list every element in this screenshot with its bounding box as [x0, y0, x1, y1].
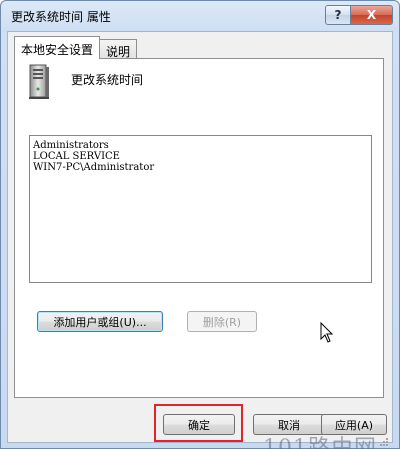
- dialog-client: 本地安全设置 说明 更改系统时间 Administrators LOCAL SE…: [7, 31, 393, 449]
- computer-tower-icon: [29, 64, 49, 99]
- window-title: 更改系统时间 属性: [11, 10, 111, 24]
- add-user-or-group-button[interactable]: 添加用户或组(U)...: [37, 311, 163, 332]
- mouse-cursor-icon: [320, 322, 334, 343]
- cancel-button[interactable]: 取消: [253, 414, 325, 435]
- properties-window: 更改系统时间 属性 ? X 本地安全设置 说明 更改系统时间 Administr…: [0, 0, 400, 449]
- tab-strip: 本地安全设置 说明: [14, 36, 138, 59]
- list-item[interactable]: Administrators: [33, 140, 368, 151]
- policy-name: 更改系统时间: [71, 73, 144, 87]
- ok-button-highlight: [154, 404, 243, 442]
- tab-explain[interactable]: 说明: [99, 39, 138, 59]
- list-item[interactable]: WIN7-PC\Administrator: [33, 162, 368, 173]
- help-icon: ?: [334, 8, 342, 22]
- title-buttons: ? X: [325, 5, 393, 25]
- remove-button[interactable]: 删除(R): [187, 311, 257, 332]
- resize-grip-icon[interactable]: [379, 437, 389, 447]
- tab-local-security-setting[interactable]: 本地安全设置: [14, 36, 101, 59]
- close-icon: X: [366, 8, 377, 22]
- help-button[interactable]: ?: [325, 5, 351, 25]
- tab-panel: 更改系统时间 Administrators LOCAL SERVICE WIN7…: [14, 58, 384, 398]
- title-bar[interactable]: 更改系统时间 属性 ? X: [1, 1, 399, 31]
- apply-button[interactable]: 应用(A): [321, 414, 387, 435]
- list-item[interactable]: LOCAL SERVICE: [33, 151, 368, 162]
- members-listbox[interactable]: Administrators LOCAL SERVICE WIN7-PC\Adm…: [29, 135, 372, 283]
- close-button[interactable]: X: [351, 5, 393, 25]
